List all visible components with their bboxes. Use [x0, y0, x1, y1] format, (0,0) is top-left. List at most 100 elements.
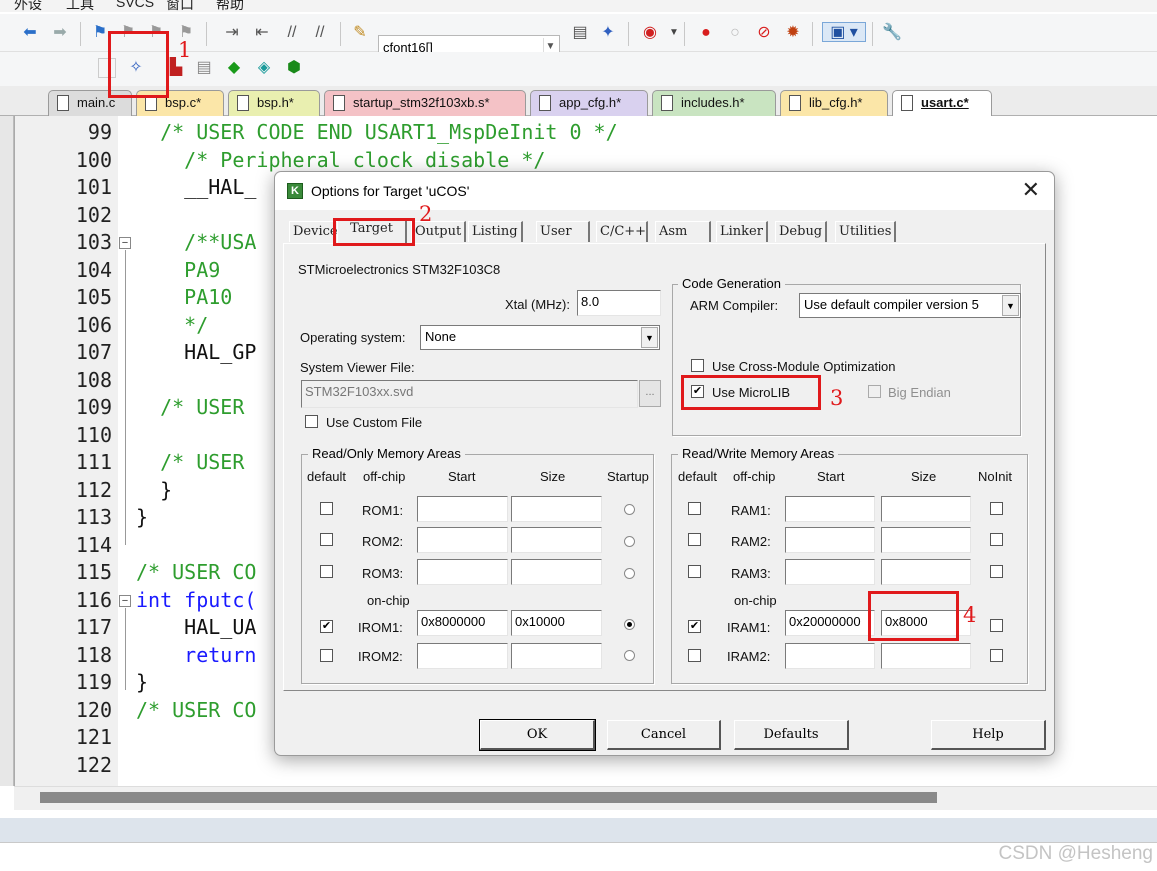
- pack-installer-icon[interactable]: ⬢: [284, 58, 304, 78]
- ram1-start-input[interactable]: [785, 496, 875, 522]
- ram1-size-input[interactable]: [881, 496, 971, 522]
- rom2-default-checkbox[interactable]: [320, 533, 333, 546]
- tab-bsp-h[interactable]: bsp.h*: [228, 90, 320, 116]
- fold-toggle-icon[interactable]: −: [119, 237, 131, 249]
- rom3-default-checkbox[interactable]: [320, 565, 333, 578]
- irom2-size-input[interactable]: [511, 643, 602, 669]
- close-icon[interactable]: ✕: [1022, 178, 1040, 202]
- xtal-input[interactable]: 8.0: [577, 290, 661, 316]
- menu-window[interactable]: 窗口: [166, 0, 194, 12]
- iram2-start-input[interactable]: [785, 643, 875, 669]
- irom2-default-checkbox[interactable]: [320, 649, 333, 662]
- tab-listing[interactable]: Listing: [468, 221, 523, 242]
- irom1-start-input[interactable]: 0x8000000: [417, 610, 508, 636]
- iram1-noinit-checkbox[interactable]: [990, 619, 1003, 632]
- menu-help[interactable]: 帮助: [216, 0, 244, 12]
- unindent-icon[interactable]: ⇤: [252, 23, 272, 43]
- ram2-noinit-checkbox[interactable]: [990, 533, 1003, 546]
- tab-includes-h[interactable]: includes.h*: [652, 90, 776, 116]
- line-number: 104: [75, 258, 112, 282]
- iram1-default-checkbox[interactable]: ✔: [688, 620, 701, 633]
- find-in-files-icon[interactable]: ▤: [570, 23, 590, 43]
- tab-cc[interactable]: C/C++: [596, 221, 648, 242]
- use-custom-file-checkbox[interactable]: [305, 415, 318, 428]
- stack-icon[interactable]: ▤: [194, 58, 214, 78]
- scrollbar-thumb[interactable]: [40, 792, 937, 803]
- cancel-button[interactable]: Cancel: [607, 720, 721, 750]
- tab-app-cfg-h[interactable]: app_cfg.h*: [530, 90, 648, 116]
- kill-breakpoints-icon[interactable]: ⊘: [754, 23, 774, 43]
- ram1-noinit-checkbox[interactable]: [990, 502, 1003, 515]
- rom2-size-input[interactable]: [511, 527, 602, 553]
- line-number: 120: [75, 698, 112, 722]
- rom2-startup-radio[interactable]: [624, 536, 635, 547]
- ram2-default-checkbox[interactable]: [688, 533, 701, 546]
- menu-svcs[interactable]: SVCS: [116, 0, 154, 10]
- open-folder-icon[interactable]: ✎: [350, 23, 370, 43]
- ram2-start-input[interactable]: [785, 527, 875, 553]
- os-select[interactable]: None ▼: [420, 325, 660, 350]
- chevron-down-icon[interactable]: ▼: [1002, 295, 1019, 316]
- debug-session-icon[interactable]: ◉: [640, 23, 660, 43]
- uncomment-icon[interactable]: //: [310, 23, 330, 43]
- tab-user[interactable]: User: [536, 221, 590, 242]
- rom1-start-input[interactable]: [417, 496, 508, 522]
- cross-module-checkbox[interactable]: [691, 359, 704, 372]
- tab-usart-c[interactable]: usart.c*: [892, 90, 992, 116]
- defaults-button[interactable]: Defaults: [734, 720, 849, 750]
- irom2-start-input[interactable]: [417, 643, 508, 669]
- disable-breakpoint-icon[interactable]: ○: [725, 23, 745, 43]
- ram3-noinit-checkbox[interactable]: [990, 565, 1003, 578]
- window-layout-icon[interactable]: ▣ ▾: [822, 22, 866, 42]
- gem-icon[interactable]: ◈: [254, 58, 274, 78]
- chevron-down-icon[interactable]: ▼: [664, 23, 684, 43]
- rom1-default-checkbox[interactable]: [320, 502, 333, 515]
- tab-startup-s[interactable]: startup_stm32f103xb.s*: [324, 90, 526, 116]
- iram1-start-input[interactable]: 0x20000000: [785, 610, 875, 636]
- rom3-start-input[interactable]: [417, 559, 508, 585]
- rom2-start-input[interactable]: [417, 527, 508, 553]
- bookmark-icon[interactable]: ⚑: [90, 23, 110, 43]
- compiler-select[interactable]: Use default compiler version 5 ▼: [799, 293, 1021, 318]
- ok-button[interactable]: OK: [479, 719, 596, 751]
- tab-asm[interactable]: Asm: [655, 221, 711, 242]
- irom1-default-checkbox[interactable]: ✔: [320, 620, 333, 633]
- irom1-startup-radio[interactable]: [624, 619, 635, 630]
- irom1-size-input[interactable]: 0x10000: [511, 610, 602, 636]
- back-arrow-icon[interactable]: ⬅: [20, 23, 40, 43]
- iram2-default-checkbox[interactable]: [688, 649, 701, 662]
- incremental-find-icon[interactable]: ✦: [598, 23, 618, 43]
- ram2-size-input[interactable]: [881, 527, 971, 553]
- ram3-size-input[interactable]: [881, 559, 971, 585]
- tab-debug[interactable]: Debug: [775, 221, 828, 242]
- svf-label: System Viewer File:: [300, 360, 415, 375]
- menu-tools[interactable]: 工具: [66, 0, 94, 12]
- ram3-default-checkbox[interactable]: [688, 565, 701, 578]
- tab-linker[interactable]: Linker: [716, 221, 768, 242]
- big-endian-checkbox[interactable]: [868, 385, 881, 398]
- rom1-size-input[interactable]: [511, 496, 602, 522]
- wrench-icon[interactable]: 🔧: [882, 23, 902, 43]
- iram2-noinit-checkbox[interactable]: [990, 649, 1003, 662]
- comment-icon[interactable]: //: [282, 23, 302, 43]
- fold-toggle-icon[interactable]: −: [119, 595, 131, 607]
- indent-icon[interactable]: ⇥: [222, 23, 242, 43]
- kill-all-breakpoints-icon[interactable]: ✹: [783, 23, 803, 43]
- help-button[interactable]: Help: [931, 720, 1046, 750]
- ram1-default-checkbox[interactable]: [688, 502, 701, 515]
- svf-input[interactable]: STM32F103xx.svd: [301, 380, 638, 408]
- chevron-down-icon[interactable]: ▼: [641, 327, 658, 348]
- ram3-start-input[interactable]: [785, 559, 875, 585]
- menu-peripherals[interactable]: 外设: [14, 0, 42, 12]
- rom1-startup-radio[interactable]: [624, 504, 635, 515]
- diamond-icon[interactable]: ◆: [224, 58, 244, 78]
- tab-utilities[interactable]: Utilities: [835, 221, 897, 242]
- rom3-startup-radio[interactable]: [624, 568, 635, 579]
- breakpoint-icon[interactable]: ●: [696, 23, 716, 43]
- irom2-startup-radio[interactable]: [624, 650, 635, 661]
- iram2-size-input[interactable]: [881, 643, 971, 669]
- forward-arrow-icon[interactable]: ➡: [50, 23, 70, 43]
- svf-browse-button[interactable]: ...: [639, 380, 661, 407]
- tab-lib-cfg-h[interactable]: lib_cfg.h*: [780, 90, 888, 116]
- rom3-size-input[interactable]: [511, 559, 602, 585]
